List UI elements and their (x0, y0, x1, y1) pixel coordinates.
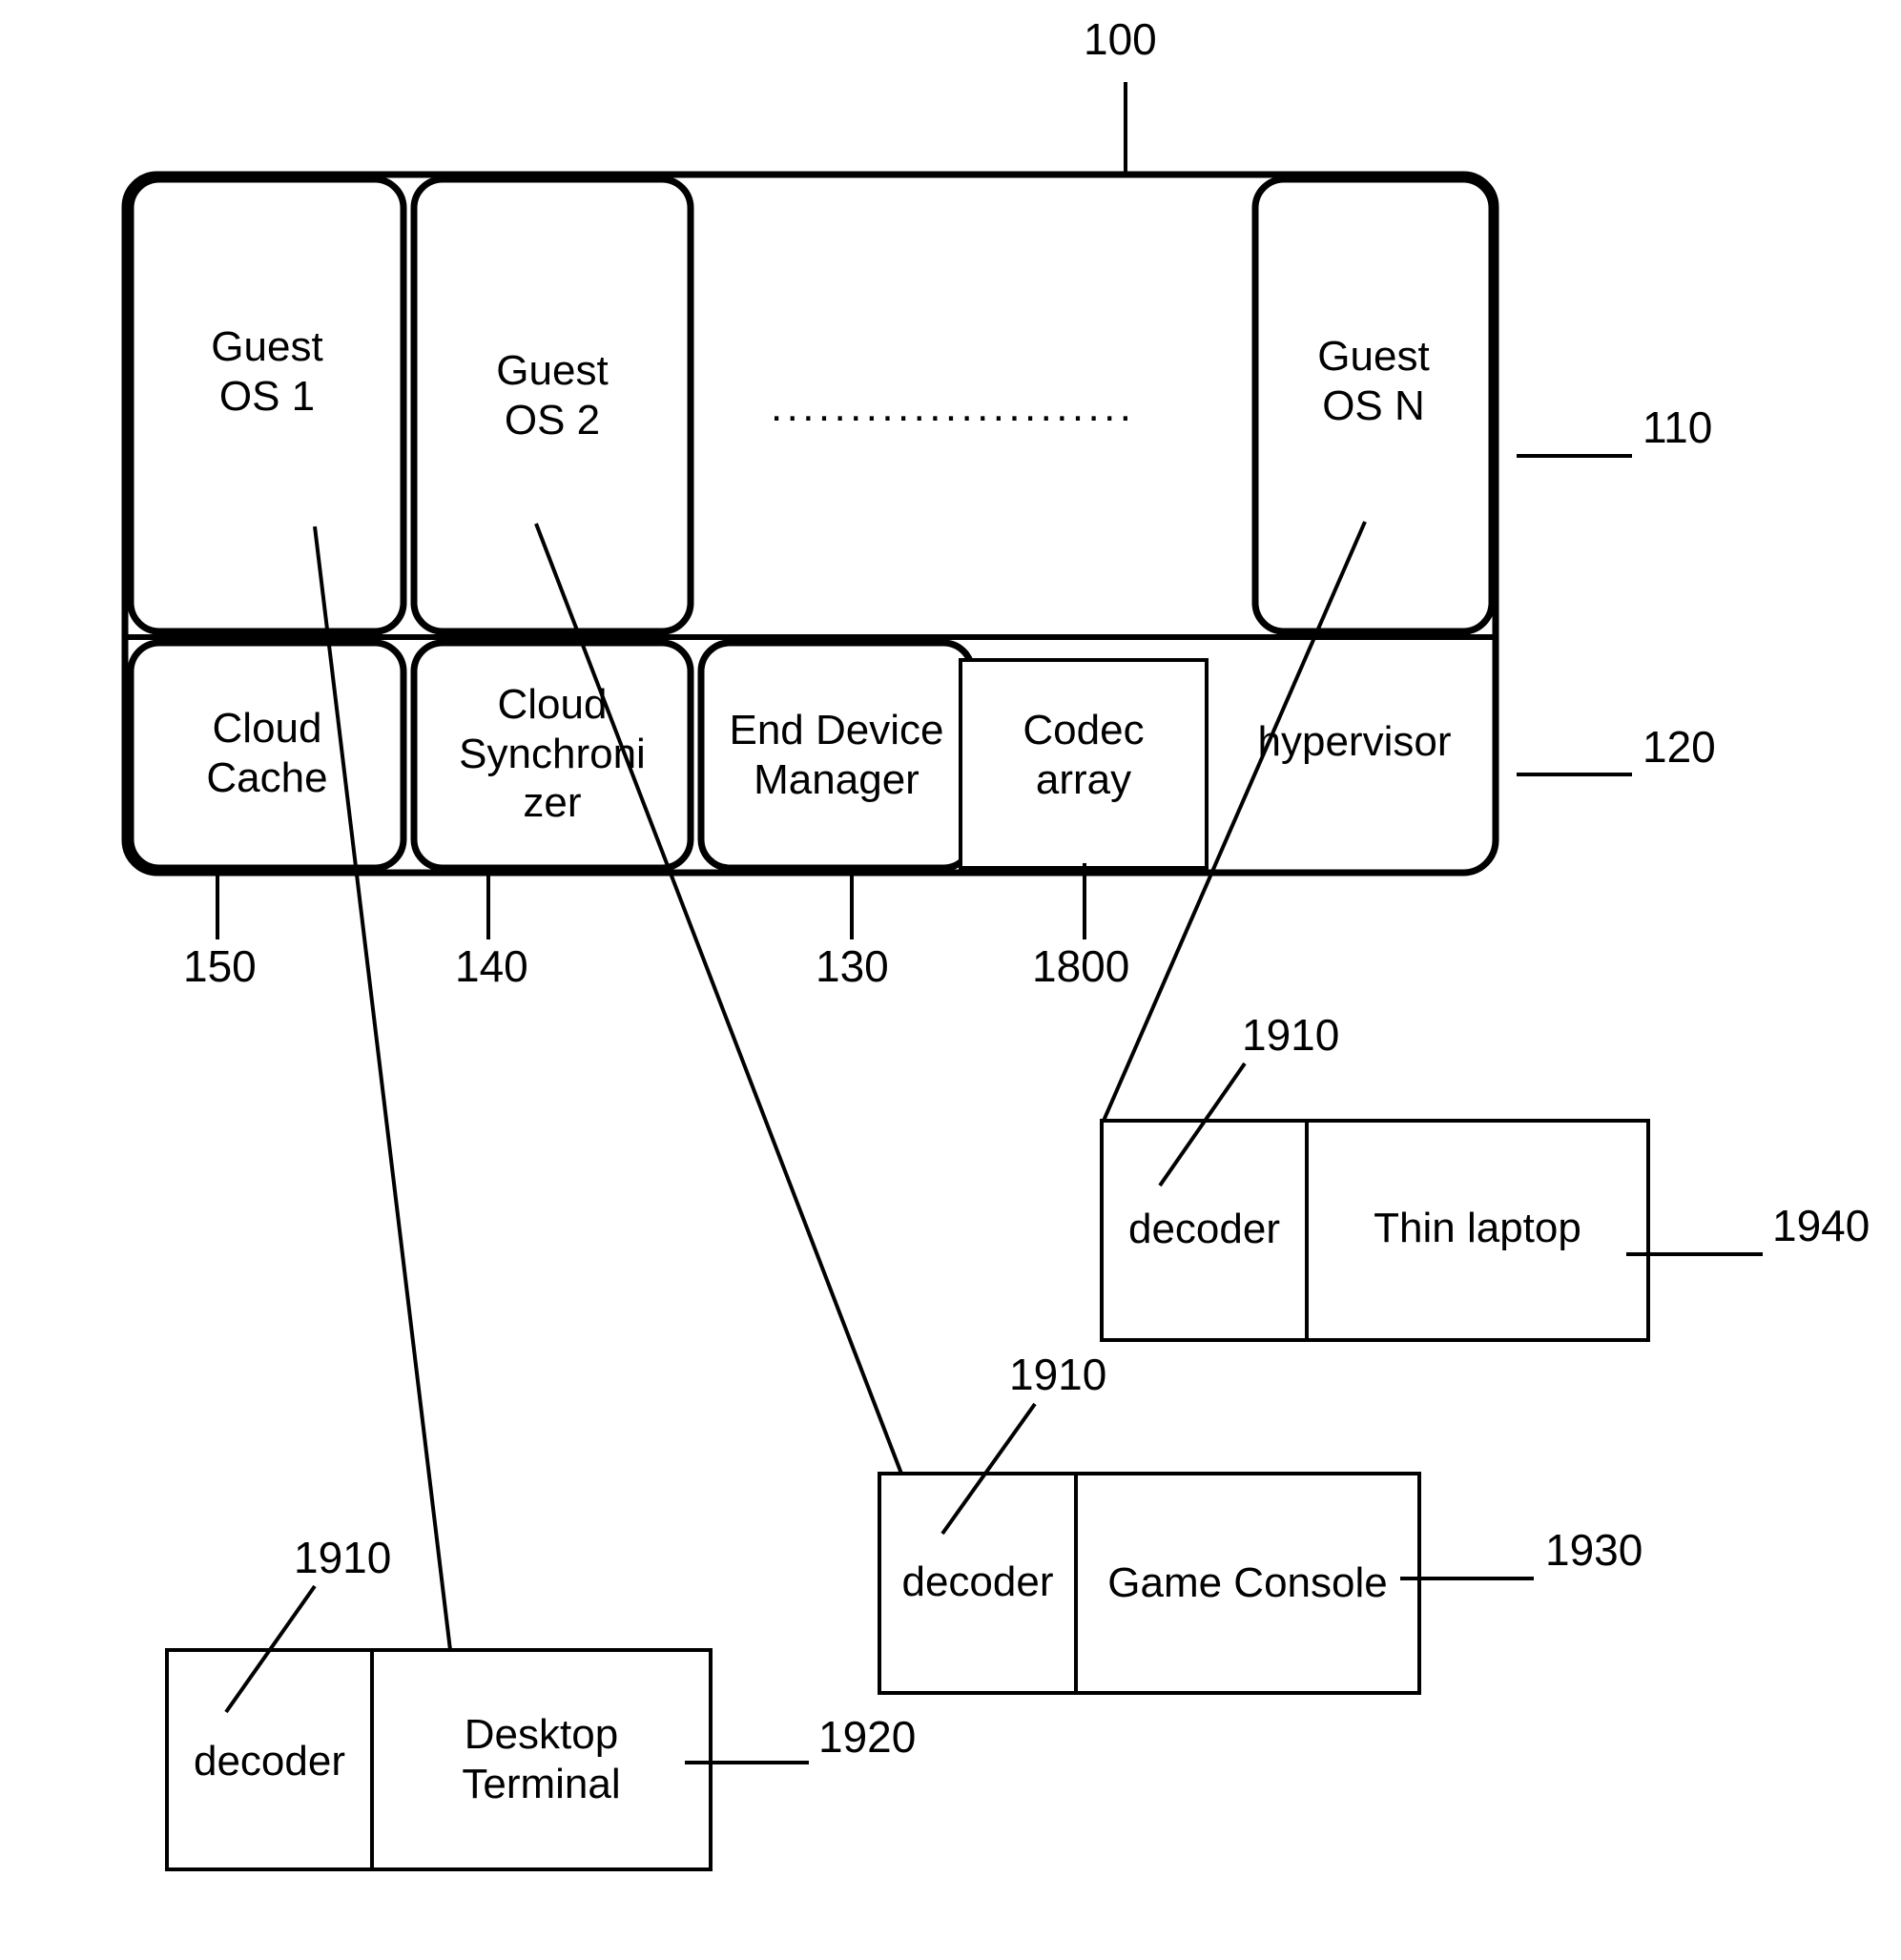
thin-laptop-decoder-label: decoder (1127, 1206, 1280, 1253)
ref-140: 140 (455, 941, 528, 991)
guest-os-1-label: Guest OS 1 (211, 323, 323, 420)
ref-1800: 1800 (1032, 941, 1130, 991)
leader-1910-laptop (1158, 1062, 1247, 1187)
end-device-manager-label: End Device Manager (729, 707, 944, 803)
ref-1910-game-console: 1910 (1009, 1350, 1107, 1399)
desktop-terminal-decoder-label: decoder (193, 1738, 345, 1785)
ref-1930: 1930 (1545, 1525, 1643, 1575)
ref-130: 130 (816, 941, 889, 991)
cloud-cache-label: Cloud Cache (206, 705, 328, 801)
ref-110: 110 (1643, 402, 1713, 452)
game-console-decoder-label: decoder (901, 1558, 1054, 1606)
thin-laptop-label: Thin laptop (1374, 1205, 1581, 1252)
connector-guestos2-to-console-decoder (534, 523, 903, 1475)
ref-1920: 1920 (818, 1712, 917, 1762)
leader-1910-desktop (224, 1584, 317, 1714)
hypervisor-label: hypervisor (1257, 718, 1452, 766)
ref-1940: 1940 (1772, 1201, 1870, 1250)
ref-100: 100 (1084, 14, 1157, 64)
guest-os-ellipsis: ....................... (771, 383, 1136, 430)
codec-array-label: Codec array (1023, 707, 1145, 803)
ref-1910-desktop-terminal: 1910 (294, 1533, 392, 1582)
ref-150: 150 (183, 941, 257, 991)
guest-os-n-label: Guest OS N (1317, 333, 1430, 429)
game-console-label: Game Console (1107, 1559, 1388, 1607)
cloud-synchronizer-label: Cloud Synchroni zer (459, 680, 646, 827)
diagram-vector-layer (121, 82, 1763, 1871)
patent-figure: 100 Guest OS 1 Guest OS 2 Guest OS N ...… (0, 0, 1901, 1960)
ref-120: 120 (1643, 722, 1716, 772)
ref-1910-thin-laptop: 1910 (1242, 1010, 1340, 1060)
desktop-terminal-label: Desktop Terminal (462, 1711, 621, 1807)
guest-os-2-label: Guest OS 2 (496, 347, 609, 444)
leader-1910-console (940, 1402, 1037, 1536)
